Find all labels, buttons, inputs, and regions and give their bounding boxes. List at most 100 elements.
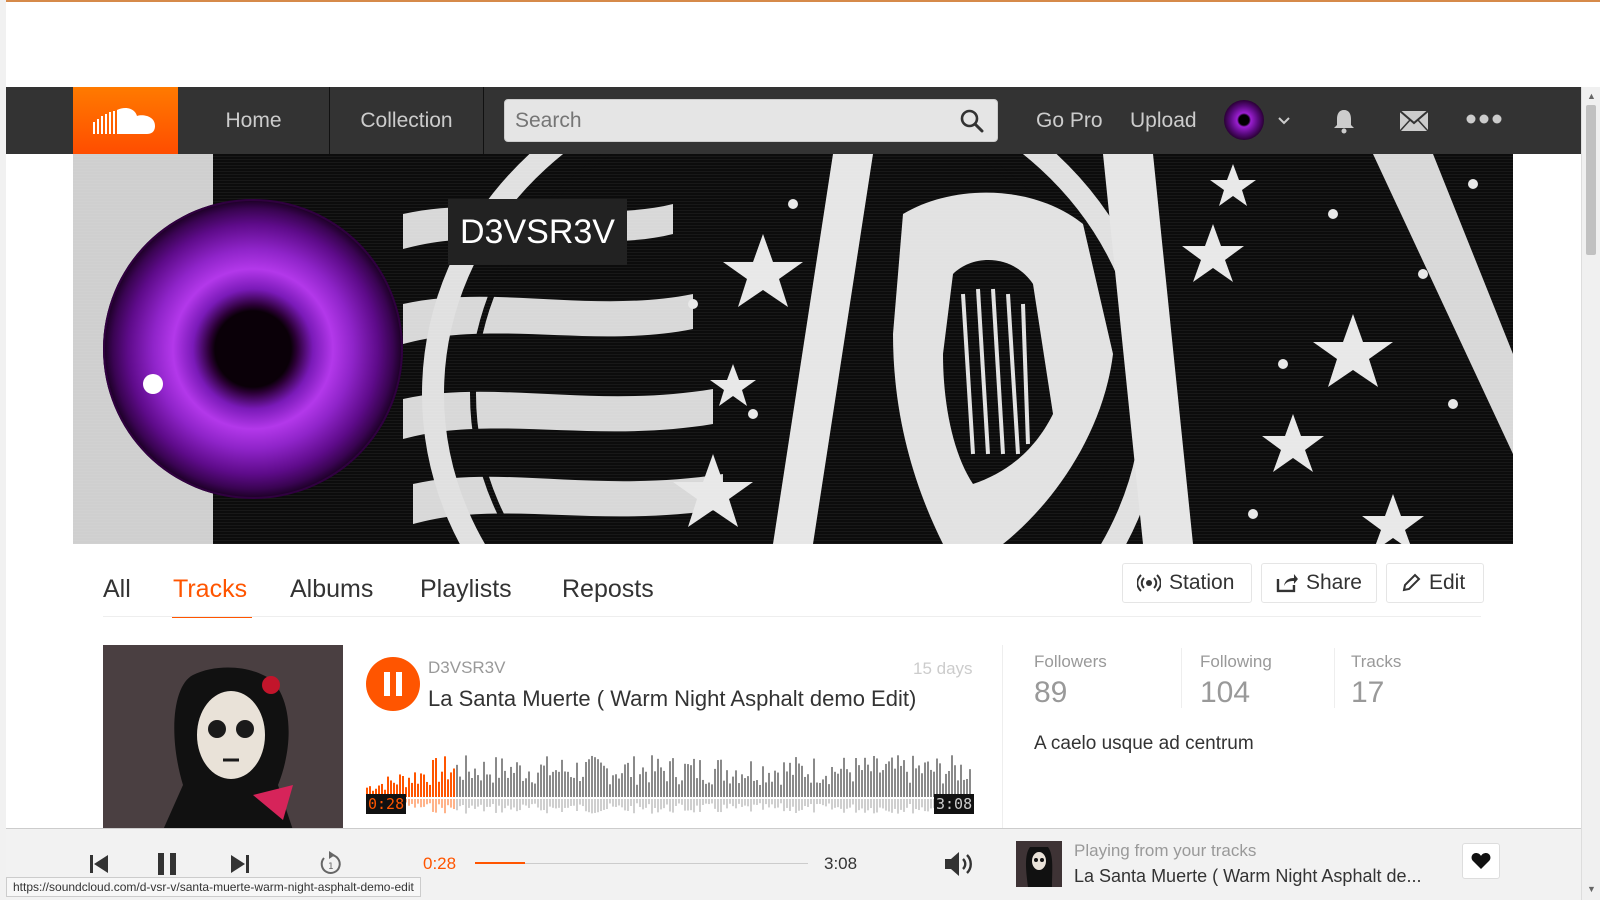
track-artwork[interactable] [103,645,343,830]
waveform-bar [591,755,593,797]
waveform-bar [801,765,803,797]
more-icon[interactable] [1466,113,1502,125]
pause-icon[interactable] [152,849,182,879]
tracks-stat[interactable]: Tracks 17 [1351,652,1401,710]
waveform-bar [924,762,926,797]
waveform-bar [588,759,590,797]
waveform-bar [747,776,749,797]
waveform-reflection-bar [642,799,644,810]
chevron-down-icon[interactable] [1276,113,1292,129]
waveform-bar [606,768,608,797]
track-title[interactable]: La Santa Muerte ( Warm Night Asphalt dem… [428,683,928,714]
scroll-up-icon[interactable]: ▲ [1587,91,1596,101]
window-border [0,0,1600,2]
waveform-reflection-bar [567,799,569,808]
search-icon[interactable] [959,108,985,134]
skip-forward-icon[interactable] [225,849,255,879]
waveform-bar [918,765,920,797]
waveform-reflection-bar [909,799,911,804]
mail-icon[interactable] [1399,109,1429,133]
now-playing-artwork[interactable] [1016,841,1062,887]
volume-icon[interactable] [943,849,975,879]
track-pause-button[interactable] [366,657,420,711]
waveform-reflection-bar [693,799,695,813]
profile-avatar[interactable] [103,199,403,499]
now-playing-context[interactable]: Playing from your tracks [1074,841,1256,861]
waveform-bar [666,781,668,797]
skip-back-icon[interactable] [84,849,114,879]
upload-link[interactable]: Upload [1130,87,1197,154]
station-button[interactable]: Station [1122,563,1252,603]
waveform-reflection-bar [720,799,722,813]
waveform-bar [549,775,551,797]
waveform-bar [903,760,905,797]
share-button[interactable]: Share [1261,563,1377,603]
waveform-reflection-bar [537,799,539,808]
waveform-reflection-bar [708,799,710,805]
waveform-bar [708,782,710,797]
player-progress-bar[interactable] [475,862,808,864]
waveform-bar [417,783,419,797]
following-stat[interactable]: Following 104 [1200,652,1272,710]
soundcloud-logo[interactable] [73,87,178,154]
track-waveform[interactable] [366,752,973,827]
waveform-reflection-bar [756,799,758,805]
waveform-bar [834,771,836,797]
waveform-reflection-bar [882,799,884,809]
waveform-reflection-bar [657,799,659,813]
waveform-reflection-bar [915,799,917,810]
waveform-bar [420,773,422,797]
like-button[interactable] [1462,843,1500,879]
waveform-reflection-bar [663,799,665,809]
followers-stat[interactable]: Followers 89 [1034,652,1107,710]
waveform-reflection-bar [654,799,656,808]
tab-all[interactable]: All [103,575,131,604]
waveform-reflection-bar [780,799,782,804]
nav-collection[interactable]: Collection [330,87,484,154]
tab-playlists[interactable]: Playlists [420,575,512,604]
waveform-bar [726,770,728,797]
waveform-bar [546,756,548,797]
edit-button[interactable]: Edit [1386,563,1484,603]
search-input[interactable] [505,100,925,141]
now-playing-title[interactable]: La Santa Muerte ( Warm Night Asphalt de.… [1074,866,1429,887]
waveform-reflection-bar [858,799,860,811]
waveform-reflection-bar [744,799,746,806]
bell-icon[interactable] [1330,107,1358,135]
nav-home[interactable]: Home [178,87,330,154]
waveform-reflection-bar [648,799,650,805]
track-uploader[interactable]: D3VSR3V [428,658,505,678]
waveform-bar [738,783,740,797]
waveform-bar [765,782,767,797]
waveform-reflection-bar [864,799,866,813]
waveform-bar [807,774,809,797]
tab-reposts[interactable]: Reposts [562,575,654,604]
waveform-reflection-bar [807,799,809,807]
waveform-reflection-bar [483,799,485,812]
waveform-bar [498,777,500,797]
waveform-bar [759,784,761,797]
waveform-bar [432,759,434,797]
waveform-reflection-bar [408,799,410,806]
go-pro-link[interactable]: Go Pro [1036,87,1103,154]
waveform-reflection-bar [636,799,638,804]
waveform-bar [930,769,932,797]
profile-bio: A caelo usque ad centrum [1034,733,1254,754]
tab-tracks[interactable]: Tracks [173,575,247,604]
user-avatar[interactable] [1224,100,1264,140]
scroll-down-icon[interactable]: ▼ [1587,884,1596,894]
tab-albums[interactable]: Albums [290,575,373,604]
pencil-icon [1402,573,1421,592]
waveform-bar [465,755,467,797]
waveform-bar [831,766,833,797]
repeat-icon[interactable]: 1 [316,849,346,879]
waveform-bar [504,770,506,797]
waveform-reflection-bar [768,799,770,808]
waveform-bar [513,772,515,797]
waveform-bar [846,769,848,797]
scroll-thumb[interactable] [1586,105,1596,255]
page-scrollbar[interactable]: ▲ ▼ [1581,87,1600,900]
waveform-reflection-bar [771,799,773,805]
waveform-reflection-bar [504,799,506,809]
waveform-bar [897,755,899,797]
